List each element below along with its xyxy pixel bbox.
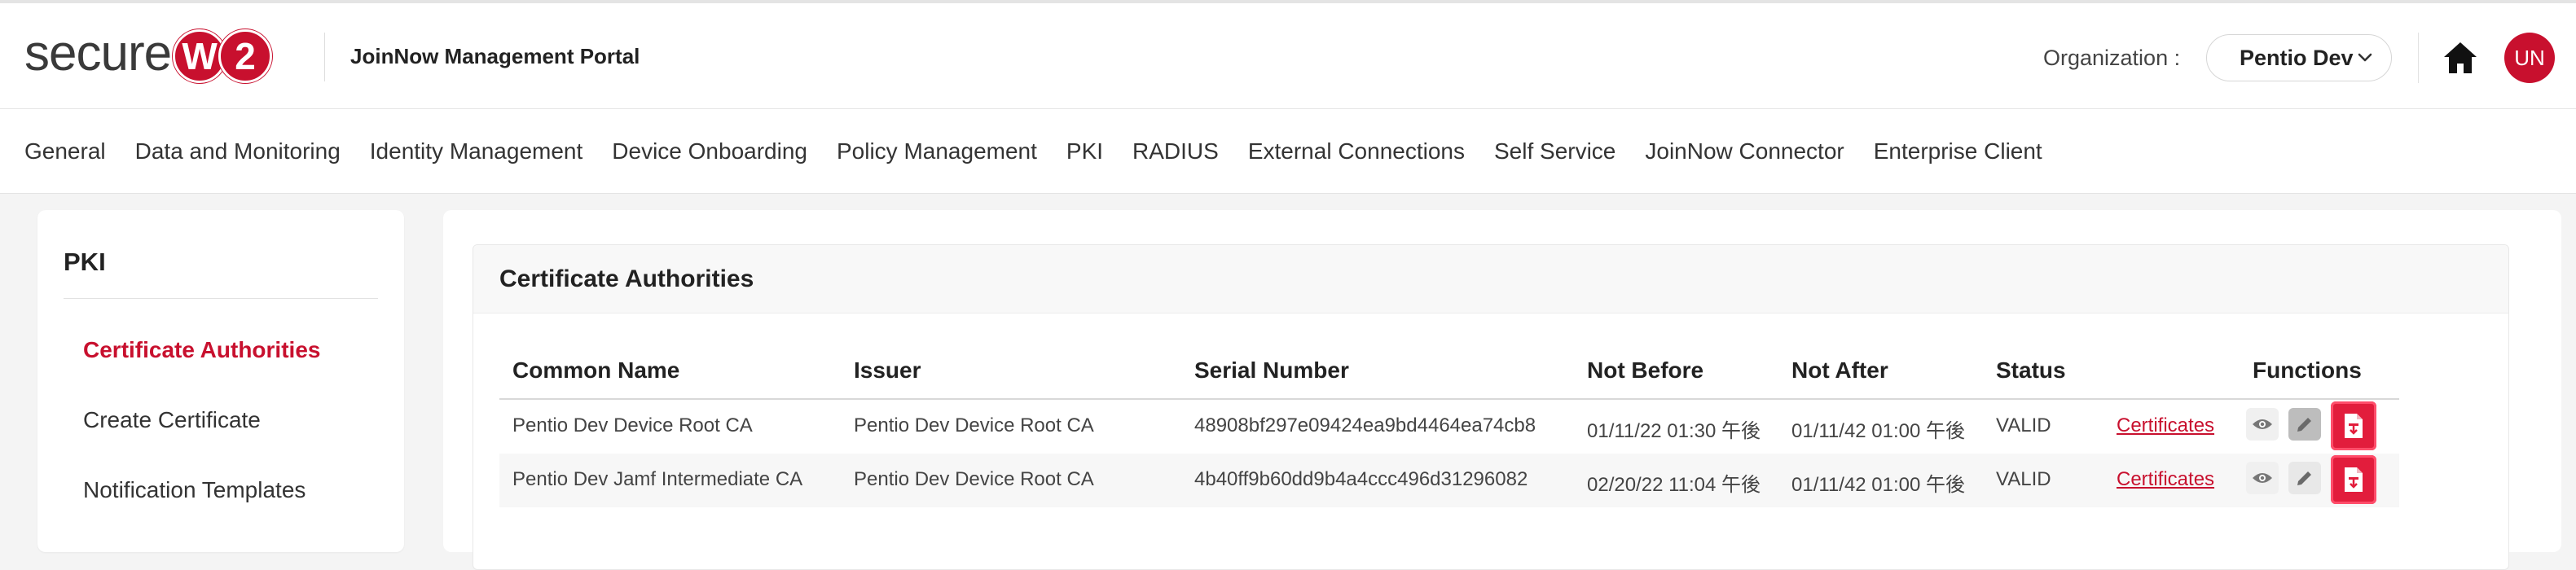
nav-general[interactable]: General — [24, 138, 106, 164]
cell-status: VALID — [1996, 414, 2051, 436]
cell-issuer: Pentio Dev Device Root CA — [854, 468, 1094, 490]
view-button[interactable] — [2246, 462, 2279, 494]
table-header: Common Name Issuer Serial Number Not Bef… — [499, 341, 2399, 400]
organization-select[interactable]: Pentio Dev — [2206, 34, 2392, 81]
cell-serial: 4b40ff9b60dd9b4a4ccc496d31296082 — [1194, 468, 1528, 490]
organization-label: Organization : — [2043, 46, 2181, 70]
cell-issuer: Pentio Dev Device Root CA — [854, 414, 1094, 436]
sidebar-item-notification-templates[interactable]: Notification Templates — [83, 477, 306, 503]
sidebar-divider — [64, 298, 378, 299]
ca-table: Common Name Issuer Serial Number Not Bef… — [499, 341, 2399, 507]
table-row: Pentio Dev Jamf Intermediate CA Pentio D… — [499, 454, 2399, 507]
certificates-link[interactable]: Certificates — [2117, 414, 2214, 437]
cell-not-before: 01/11/22 01:30 午後 — [1587, 420, 1761, 442]
cell-common-name: Pentio Dev Jamf Intermediate CA — [512, 468, 803, 490]
logo-text: secure — [24, 25, 172, 81]
view-button[interactable] — [2246, 408, 2279, 441]
cell-serial: 48908bf297e09424ea9bd4464ea74cb8 — [1194, 414, 1536, 436]
header-divider — [324, 33, 325, 81]
organization-value: Pentio Dev — [2240, 45, 2354, 70]
pencil-icon — [2297, 471, 2311, 485]
top-header: secure W 2 JoinNow Management Portal Org… — [0, 0, 2576, 109]
edit-button[interactable] — [2288, 408, 2321, 441]
col-functions: Functions — [2253, 357, 2362, 383]
nav-joinnow-connector[interactable]: JoinNow Connector — [1645, 138, 1844, 164]
col-not-after[interactable]: Not After — [1791, 357, 1888, 384]
sidebar-item-certificate-authorities[interactable]: Certificate Authorities — [83, 337, 320, 363]
certificate-authorities-card: Certificate Authorities Common Name Issu… — [473, 244, 2509, 570]
portal-title: JoinNow Management Portal — [350, 44, 640, 68]
col-status[interactable]: Status — [1996, 357, 2066, 384]
main-panel: Certificate Authorities Common Name Issu… — [443, 210, 2561, 570]
user-avatar[interactable]: UN — [2504, 33, 2555, 83]
certificates-link[interactable]: Certificates — [2117, 468, 2214, 491]
download-certificate-button[interactable] — [2331, 401, 2376, 450]
cell-not-after: 01/11/42 01:00 午後 — [1791, 474, 1966, 496]
chevron-down-icon — [2358, 53, 2372, 62]
card-title: Certificate Authorities — [473, 245, 2508, 314]
pki-sidebar: PKI Certificate Authorities Create Certi… — [37, 210, 404, 552]
certificate-download-icon — [2345, 467, 2363, 492]
cell-not-after: 01/11/42 01:00 午後 — [1791, 420, 1966, 442]
certificate-download-icon — [2345, 414, 2363, 438]
table-row: Pentio Dev Device Root CA Pentio Dev Dev… — [499, 400, 2399, 454]
header-divider-right — [2418, 33, 2419, 83]
nav-external-connections[interactable]: External Connections — [1248, 138, 1465, 164]
col-issuer[interactable]: Issuer — [854, 357, 921, 384]
nav-data-and-monitoring[interactable]: Data and Monitoring — [135, 138, 341, 164]
nav-pki[interactable]: PKI — [1066, 138, 1103, 164]
logo-badge-2: 2 — [218, 29, 273, 83]
nav-enterprise-client[interactable]: Enterprise Client — [1874, 138, 2042, 164]
pencil-icon — [2297, 418, 2311, 432]
sidebar-item-create-certificate[interactable]: Create Certificate — [83, 407, 261, 433]
nav-radius[interactable]: RADIUS — [1132, 138, 1219, 164]
nav-self-service[interactable]: Self Service — [1494, 138, 1615, 164]
nav-identity-management[interactable]: Identity Management — [370, 138, 583, 164]
download-certificate-button[interactable] — [2331, 455, 2376, 504]
nav-policy-management[interactable]: Policy Management — [837, 138, 1037, 164]
cell-not-before: 02/20/22 11:04 午後 — [1587, 474, 1761, 496]
col-common-name[interactable]: Common Name — [512, 357, 679, 384]
eye-icon — [2253, 419, 2272, 429]
sidebar-title: PKI — [64, 248, 106, 276]
col-not-before[interactable]: Not Before — [1587, 357, 1703, 384]
edit-button[interactable] — [2288, 462, 2321, 494]
cell-common-name: Pentio Dev Device Root CA — [512, 414, 753, 436]
cell-status: VALID — [1996, 468, 2051, 490]
col-serial-number[interactable]: Serial Number — [1194, 357, 1349, 384]
eye-icon — [2253, 473, 2272, 483]
home-icon[interactable] — [2442, 41, 2478, 75]
main-nav: General Data and Monitoring Identity Man… — [0, 109, 2576, 194]
securew2-logo[interactable]: secure W 2 — [24, 25, 273, 85]
nav-device-onboarding[interactable]: Device Onboarding — [612, 138, 807, 164]
